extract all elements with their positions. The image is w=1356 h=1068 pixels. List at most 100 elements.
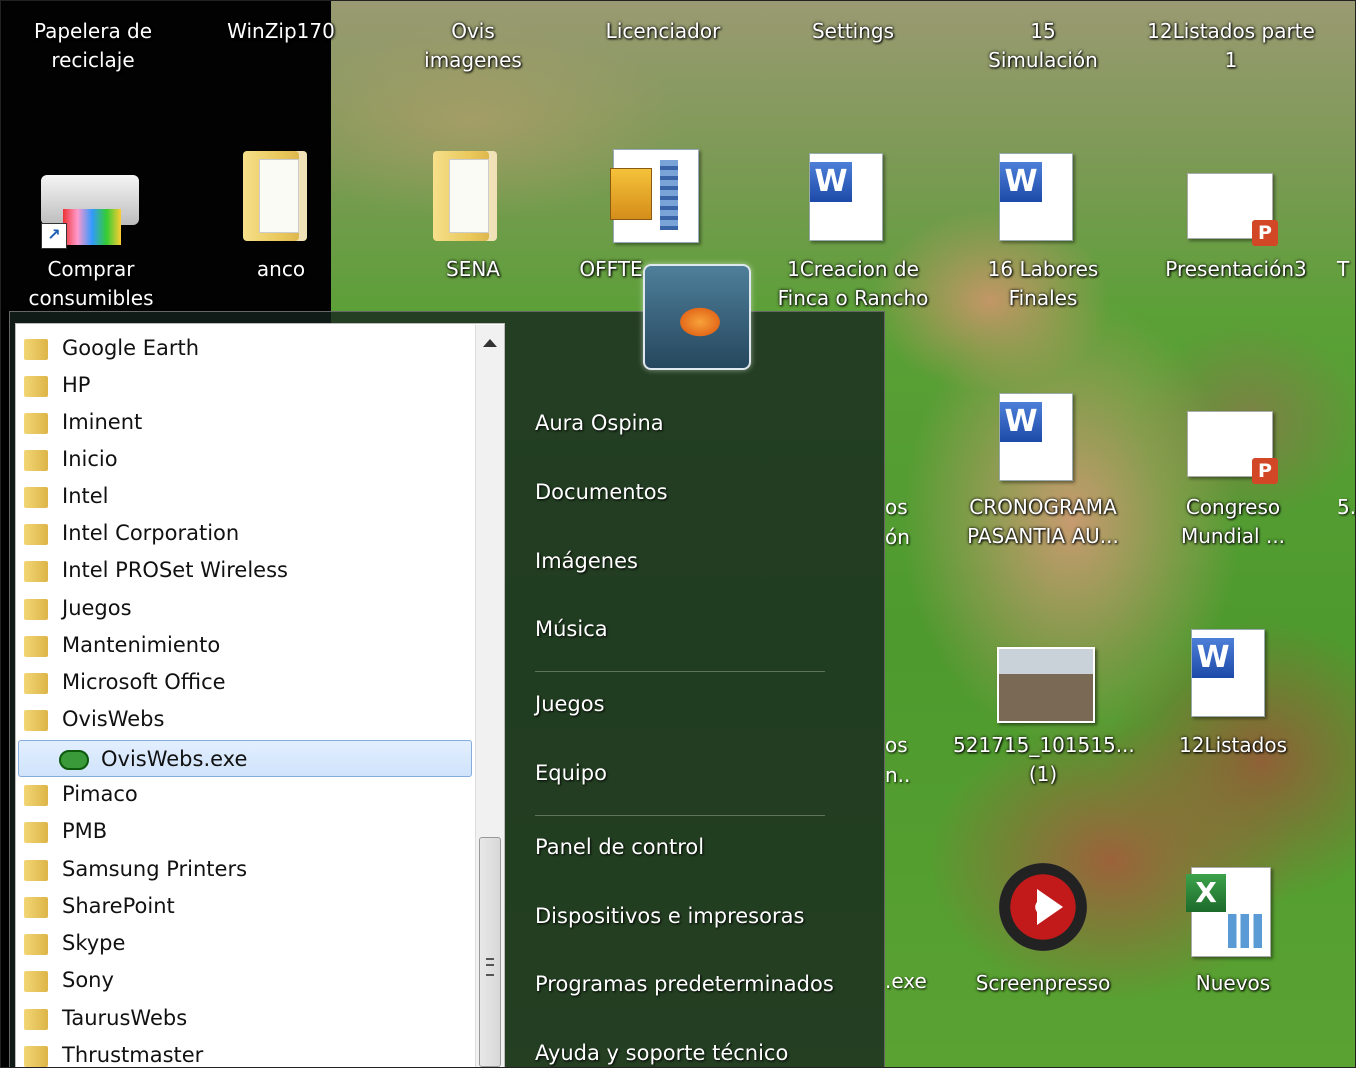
program-folder-mantenimiento[interactable]: Mantenimiento [16,627,474,664]
screenshot-frame: Papelera de reciclaje WinZip170 Ovis ima… [0,0,1356,1068]
powerpoint-badge: P [1252,220,1278,246]
program-item-oviswebs-exe[interactable]: OvisWebs.exe [18,740,472,777]
start-item-juegos[interactable]: Juegos [535,692,605,716]
program-label: Skype [62,931,126,955]
program-folder-pimaco[interactable]: Pimaco [16,776,474,813]
word-badge: W [1192,638,1234,678]
scroll-up-arrow-icon[interactable] [483,339,497,347]
user-picture-icon[interactable] [643,264,751,370]
program-folder-thrustmaster[interactable]: Thrustmaster [16,1037,474,1067]
desktop-icon-label: Licenciador [605,19,721,43]
desktop-icon-presentacion[interactable]: Presentación3 [1161,255,1311,284]
word-document-icon[interactable]: W [999,393,1073,481]
start-item-documentos[interactable]: Documentos [535,480,668,504]
folder-icon [24,636,48,657]
word-badge: W [1000,162,1042,202]
desktop-icon-partial-label: os [885,733,908,757]
program-folder-sony[interactable]: Sony [16,962,474,999]
program-folder-iminent[interactable]: Iminent [16,404,474,441]
folder-icon [24,860,48,881]
desktop-icon-sena[interactable]: SENA [403,255,543,284]
word-document-icon[interactable]: W [999,153,1073,241]
program-label: Intel Corporation [62,521,240,545]
program-label: Sony [62,968,114,992]
desktop-icon-recycle-bin[interactable]: Papelera de reciclaje [23,17,163,75]
desktop-icon-settings[interactable]: Settings [783,17,923,46]
desktop-icon-simulacion[interactable]: 15 Simulación [973,17,1113,75]
programs-scrollbar[interactable] [475,325,504,1067]
folder-icon [24,785,48,806]
program-folder-juegos[interactable]: Juegos [16,590,474,627]
word-document-icon[interactable]: W [1191,629,1265,717]
program-label: SharePoint [62,894,175,918]
start-item-musica[interactable]: Música [535,617,608,641]
printer-icon[interactable]: ↗ [41,151,139,249]
scrollbar-thumb[interactable] [479,837,501,1067]
desktop-icon-listados[interactable]: 12Listados [1163,731,1303,760]
start-item-dispositivos[interactable]: Dispositivos e impresoras [535,904,804,928]
screenpresso-icon[interactable] [999,863,1087,951]
folder-icon [24,561,48,582]
program-folder-samsung-printers[interactable]: Samsung Printers [16,851,474,888]
desktop-icon-creacion-finca[interactable]: 1Creacion de Finca o Rancho [767,255,939,313]
program-label: TaurusWebs [62,1006,188,1030]
word-badge: W [810,162,852,202]
program-folder-tauruswebs[interactable]: TaurusWebs [16,1000,474,1037]
program-folder-intel-corporation[interactable]: Intel Corporation [16,515,474,552]
winzip-file-icon[interactable] [610,149,699,243]
program-folder-oviswebs[interactable]: OvisWebs [16,701,474,738]
powerpoint-icon[interactable]: P [1187,173,1278,246]
powerpoint-icon[interactable]: P [1187,411,1278,484]
start-item-imagenes[interactable]: Imágenes [535,549,638,573]
desktop-icon-nuevos[interactable]: Nuevos [1163,969,1303,998]
zip-cabinet [610,168,652,220]
program-folder-inicio[interactable]: Inicio [16,441,474,478]
program-label: Intel PROSet Wireless [62,558,288,582]
photo-thumbnail-icon[interactable] [997,647,1095,723]
program-folder-pmb[interactable]: PMB [16,813,474,850]
program-label: Juegos [62,596,132,620]
desktop-icon-label: 16 Labores Finales [987,257,1099,310]
start-item-programas-predeterminados[interactable]: Programas predeterminados [535,972,834,996]
program-label: OvisWebs.exe [101,747,248,771]
start-item-panel-de-control[interactable]: Panel de control [535,835,704,859]
program-label: Iminent [62,410,143,434]
desktop-icon-label: 12Listados parte 1 [1147,19,1315,72]
program-folder-hp[interactable]: HP [16,367,474,404]
start-item-user-name[interactable]: Aura Ospina [535,411,664,435]
desktop-icon-licenciador[interactable]: Licenciador [593,17,733,46]
start-item-equipo[interactable]: Equipo [535,761,607,785]
desktop-icon-screenpresso[interactable]: Screenpresso [973,969,1113,998]
desktop-icon-label: 521715_101515... (1) [953,733,1135,786]
program-label: Pimaco [62,782,138,806]
desktop-icon-winzip[interactable]: WinZip170 [211,17,351,46]
program-folder-skype[interactable]: Skype [16,925,474,962]
desktop-icon-listados-parte[interactable]: 12Listados parte 1 [1141,17,1321,75]
desktop-icon-labores-finales[interactable]: 16 Labores Finales [973,255,1113,313]
powerpoint-badge: P [1252,458,1278,484]
program-folder-google-earth[interactable]: Google Earth [16,330,474,367]
program-label: HP [62,373,91,397]
desktop-icon-congreso[interactable]: Congreso Mundial ... [1163,493,1303,551]
program-folder-sharepoint[interactable]: SharePoint [16,888,474,925]
word-document-icon[interactable]: W [809,153,883,241]
folder-icon[interactable] [433,151,497,241]
folder-icon[interactable] [243,151,307,241]
desktop-icon-label: Nuevos [1195,971,1271,995]
shortcut-arrow-icon: ↗ [41,223,67,249]
folder-icon [24,822,48,843]
program-folder-microsoft-office[interactable]: Microsoft Office [16,664,474,701]
program-label: Mantenimiento [62,633,221,657]
folder-icon [24,934,48,955]
desktop-icon-photo[interactable]: 521715_101515... (1) [953,731,1135,789]
program-folder-intel[interactable]: Intel [16,478,474,515]
desktop-icon-label: Ovis imagenes [424,19,522,72]
program-folder-intel-proset[interactable]: Intel PROSet Wireless [16,552,474,589]
desktop-icon-cronograma[interactable]: CRONOGRAMA PASANTIA AU... [957,493,1129,551]
folder-icon [24,710,48,731]
desktop-icon-ovis-imagenes[interactable]: Ovis imagenes [403,17,543,75]
desktop-icon-anco[interactable]: anco [211,255,351,284]
excel-icon[interactable]: X [1186,867,1271,957]
start-item-ayuda[interactable]: Ayuda y soporte técnico [535,1041,788,1065]
desktop-icon-label: Settings [811,19,895,43]
